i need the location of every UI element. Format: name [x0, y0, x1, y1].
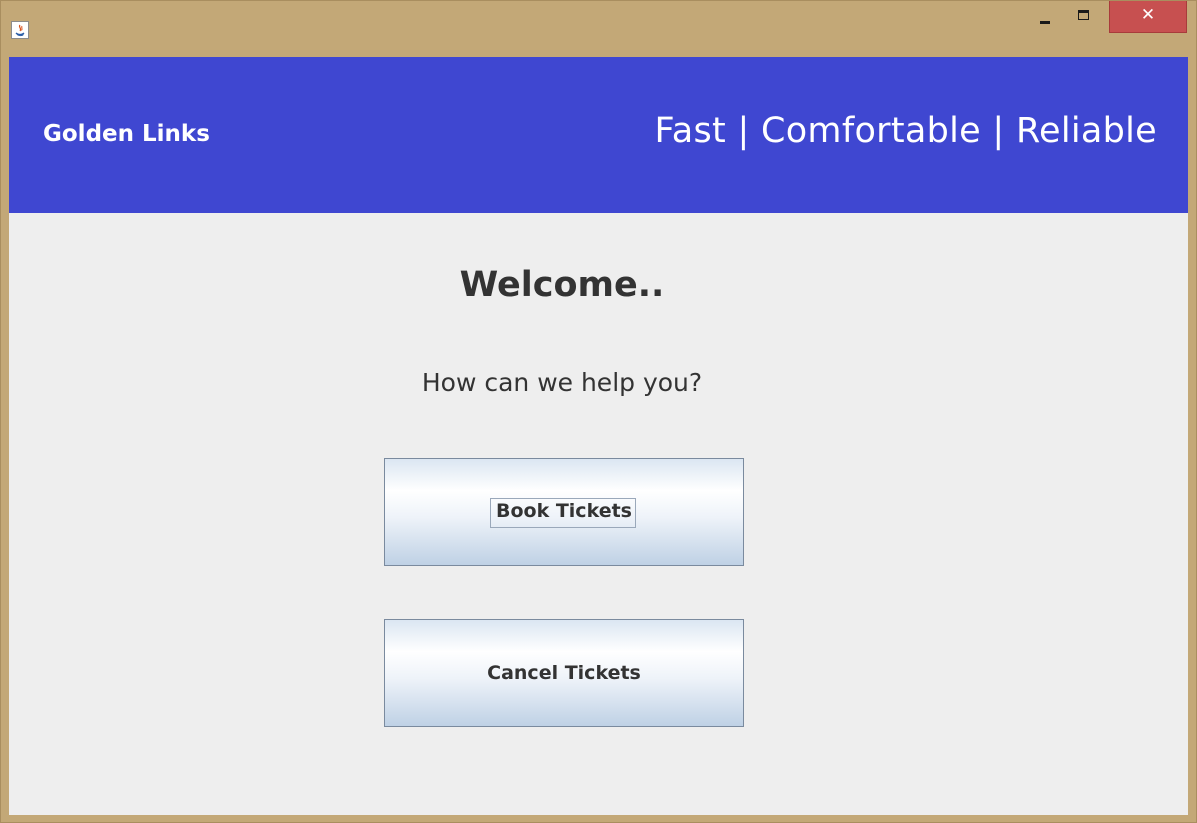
cancel-tickets-label: Cancel Tickets	[487, 662, 641, 684]
minimize-icon	[1040, 21, 1050, 24]
content-panel: Golden Links Fast | Comfortable | Reliab…	[9, 57, 1188, 815]
minimize-button[interactable]	[1029, 1, 1063, 33]
java-icon[interactable]	[11, 21, 29, 39]
tagline: Fast | Comfortable | Reliable	[654, 111, 1157, 151]
help-prompt: How can we help you?	[421, 368, 703, 397]
book-tickets-button[interactable]: Book Tickets	[384, 458, 744, 566]
close-button[interactable]: ✕	[1109, 1, 1187, 33]
cancel-tickets-button[interactable]: Cancel Tickets	[384, 619, 744, 727]
title-bar[interactable]: ✕	[1, 1, 1196, 57]
application-window: ✕ Golden Links Fast | Comfortable | Reli…	[0, 0, 1197, 823]
welcome-heading: Welcome..	[459, 265, 665, 305]
book-tickets-label: Book Tickets	[496, 500, 632, 522]
brand-name: Golden Links	[43, 121, 210, 147]
header-banner: Golden Links Fast | Comfortable | Reliab…	[9, 57, 1188, 213]
maximize-button[interactable]	[1065, 1, 1101, 33]
maximize-icon	[1078, 10, 1089, 20]
close-icon: ✕	[1140, 5, 1156, 25]
